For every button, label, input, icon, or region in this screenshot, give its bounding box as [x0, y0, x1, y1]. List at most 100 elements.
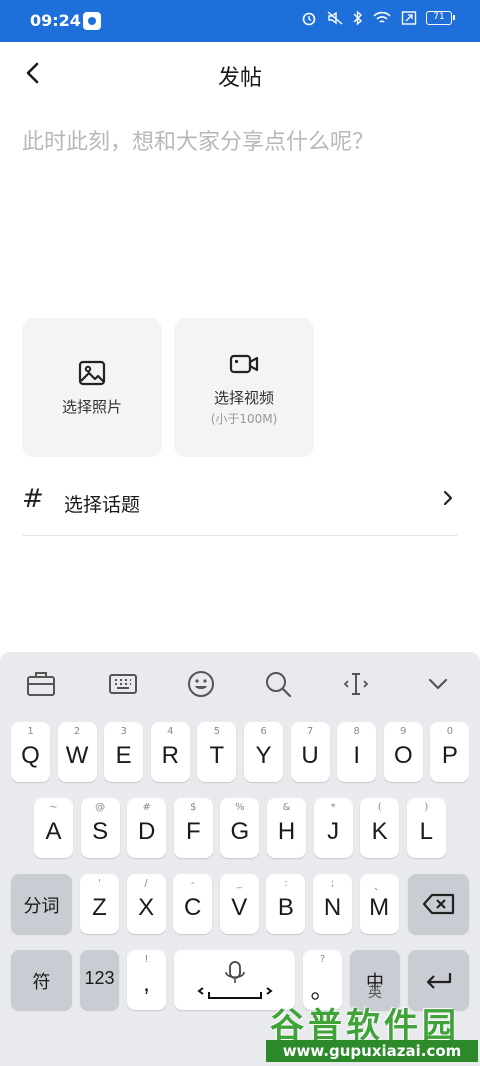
enter-icon [426, 973, 451, 989]
key-label: N [323, 894, 342, 921]
key-s[interactable]: @ S [80, 798, 120, 858]
keyboard-layout-icon[interactable] [107, 668, 139, 700]
symbol-key[interactable]: 符 [11, 950, 72, 1010]
symbol-key-label: 符 [32, 972, 51, 992]
segment-key-label: 分词 [23, 896, 60, 916]
key-a[interactable]: ~ A [34, 798, 73, 858]
key-l[interactable]: ) L [406, 798, 446, 858]
key-f[interactable]: $ F [173, 798, 213, 858]
select-video-button[interactable]: 选择视频 (小于100M) [174, 318, 314, 457]
hide-keyboard-icon[interactable] [422, 668, 454, 700]
key-label: F [185, 818, 201, 845]
key-d[interactable]: # D [127, 798, 167, 858]
select-video-label: 选择视频 [213, 388, 274, 407]
key-label: H [277, 818, 296, 845]
chevron-right-icon [443, 490, 453, 506]
key-hint: 0 [446, 726, 454, 737]
post-content-input[interactable]: 此时此刻，想和大家分享点什么呢？ [22, 124, 458, 156]
key-label: K [371, 818, 388, 845]
key-label: W [65, 742, 89, 769]
select-photo-button[interactable]: 选择照片 [22, 318, 162, 457]
key-label: B [277, 894, 294, 921]
key-b[interactable]: :B [266, 874, 306, 934]
key-g[interactable]: % G [220, 798, 260, 858]
video-size-note: (小于100M) [210, 411, 278, 426]
key-hint: 、 [374, 882, 385, 893]
key-e[interactable]: 3E [104, 722, 144, 782]
key-hint: _ [236, 878, 242, 889]
segment-key[interactable]: 分词 [11, 874, 72, 934]
key-w[interactable]: 2W [57, 722, 97, 782]
key-v[interactable]: _ V [219, 874, 259, 934]
backspace-icon [422, 893, 454, 915]
toolbox-icon[interactable] [25, 668, 57, 700]
app-notification-icon [83, 12, 101, 30]
key-hint: ' [98, 878, 101, 889]
key-label: E [115, 742, 132, 769]
battery-icon: 71 [426, 11, 455, 25]
key-m[interactable]: 、 M [359, 874, 399, 934]
status-bar: 09:24 71 [0, 0, 480, 42]
search-icon[interactable] [262, 668, 294, 700]
key-hint: : [284, 878, 288, 889]
cursor-edit-icon[interactable] [340, 668, 372, 700]
key-label: X [138, 894, 155, 921]
comma-key-label: , [143, 970, 150, 997]
key-hint: 2 [73, 726, 81, 737]
number-key[interactable]: 123 [80, 950, 119, 1010]
key-label: D [138, 818, 156, 845]
key-label: C [184, 894, 202, 921]
key-label: I [353, 742, 361, 769]
select-photo-label: 选择照片 [61, 398, 122, 416]
key-u[interactable]: 7U [290, 722, 330, 782]
key-t[interactable]: 5T [197, 722, 237, 782]
backspace-key[interactable] [408, 874, 469, 934]
key-hint: & [282, 802, 291, 813]
number-key-label: 123 [84, 968, 115, 988]
key-c[interactable]: -C [173, 874, 213, 934]
key-label: Z [92, 894, 107, 921]
key-i[interactable]: 8I [337, 722, 377, 782]
key-hint: % [235, 802, 245, 813]
key-hint: 7 [306, 726, 314, 737]
emoji-icon[interactable] [185, 668, 217, 700]
key-label: V [231, 894, 248, 921]
key-hint: # [142, 802, 151, 813]
page-title: 发帖 [217, 66, 262, 91]
key-j[interactable]: * J [313, 798, 353, 858]
comma-key[interactable]: ! , [127, 950, 166, 1010]
key-hint: ; [330, 878, 335, 889]
key-p[interactable]: 0P [430, 722, 470, 782]
video-camera-icon [229, 354, 259, 373]
key-z[interactable]: ' Z [80, 874, 119, 934]
mute-icon [327, 11, 343, 25]
key-n[interactable]: ; N [313, 874, 352, 934]
period-key-hint: ? [319, 954, 326, 965]
screen-cast-icon [401, 11, 417, 25]
key-hint: ) [424, 802, 429, 813]
key-r[interactable]: 4R [150, 722, 190, 782]
key-label: J [327, 818, 340, 845]
key-x[interactable]: / X [126, 874, 166, 934]
key-label: M [369, 894, 390, 921]
key-y[interactable]: 6Y [244, 722, 283, 782]
comma-key-hint: ! [144, 954, 149, 965]
key-h[interactable]: & H [267, 798, 306, 858]
key-hint: - [190, 878, 195, 889]
hashtag-icon: # [22, 484, 44, 514]
key-label: A [45, 818, 62, 845]
key-k[interactable]: (K [360, 798, 400, 858]
key-hint: 1 [27, 726, 34, 737]
key-hint: ~ [49, 802, 58, 813]
key-hint: 6 [260, 726, 267, 737]
key-o[interactable]: 9O [383, 722, 423, 782]
alarm-icon [302, 12, 316, 26]
key-label: U [301, 742, 319, 769]
key-hint: ( [377, 802, 382, 813]
key-label: L [419, 818, 433, 845]
select-topic-row[interactable]: # 选择话题 [22, 478, 458, 536]
key-q[interactable]: 1Q [11, 722, 50, 782]
media-picker: 选择照片 选择视频 (小于100M) [22, 318, 314, 457]
header: 发帖 [0, 42, 480, 108]
watermark: 谷普软件园 www.gupuxiazai.com [262, 996, 480, 1066]
